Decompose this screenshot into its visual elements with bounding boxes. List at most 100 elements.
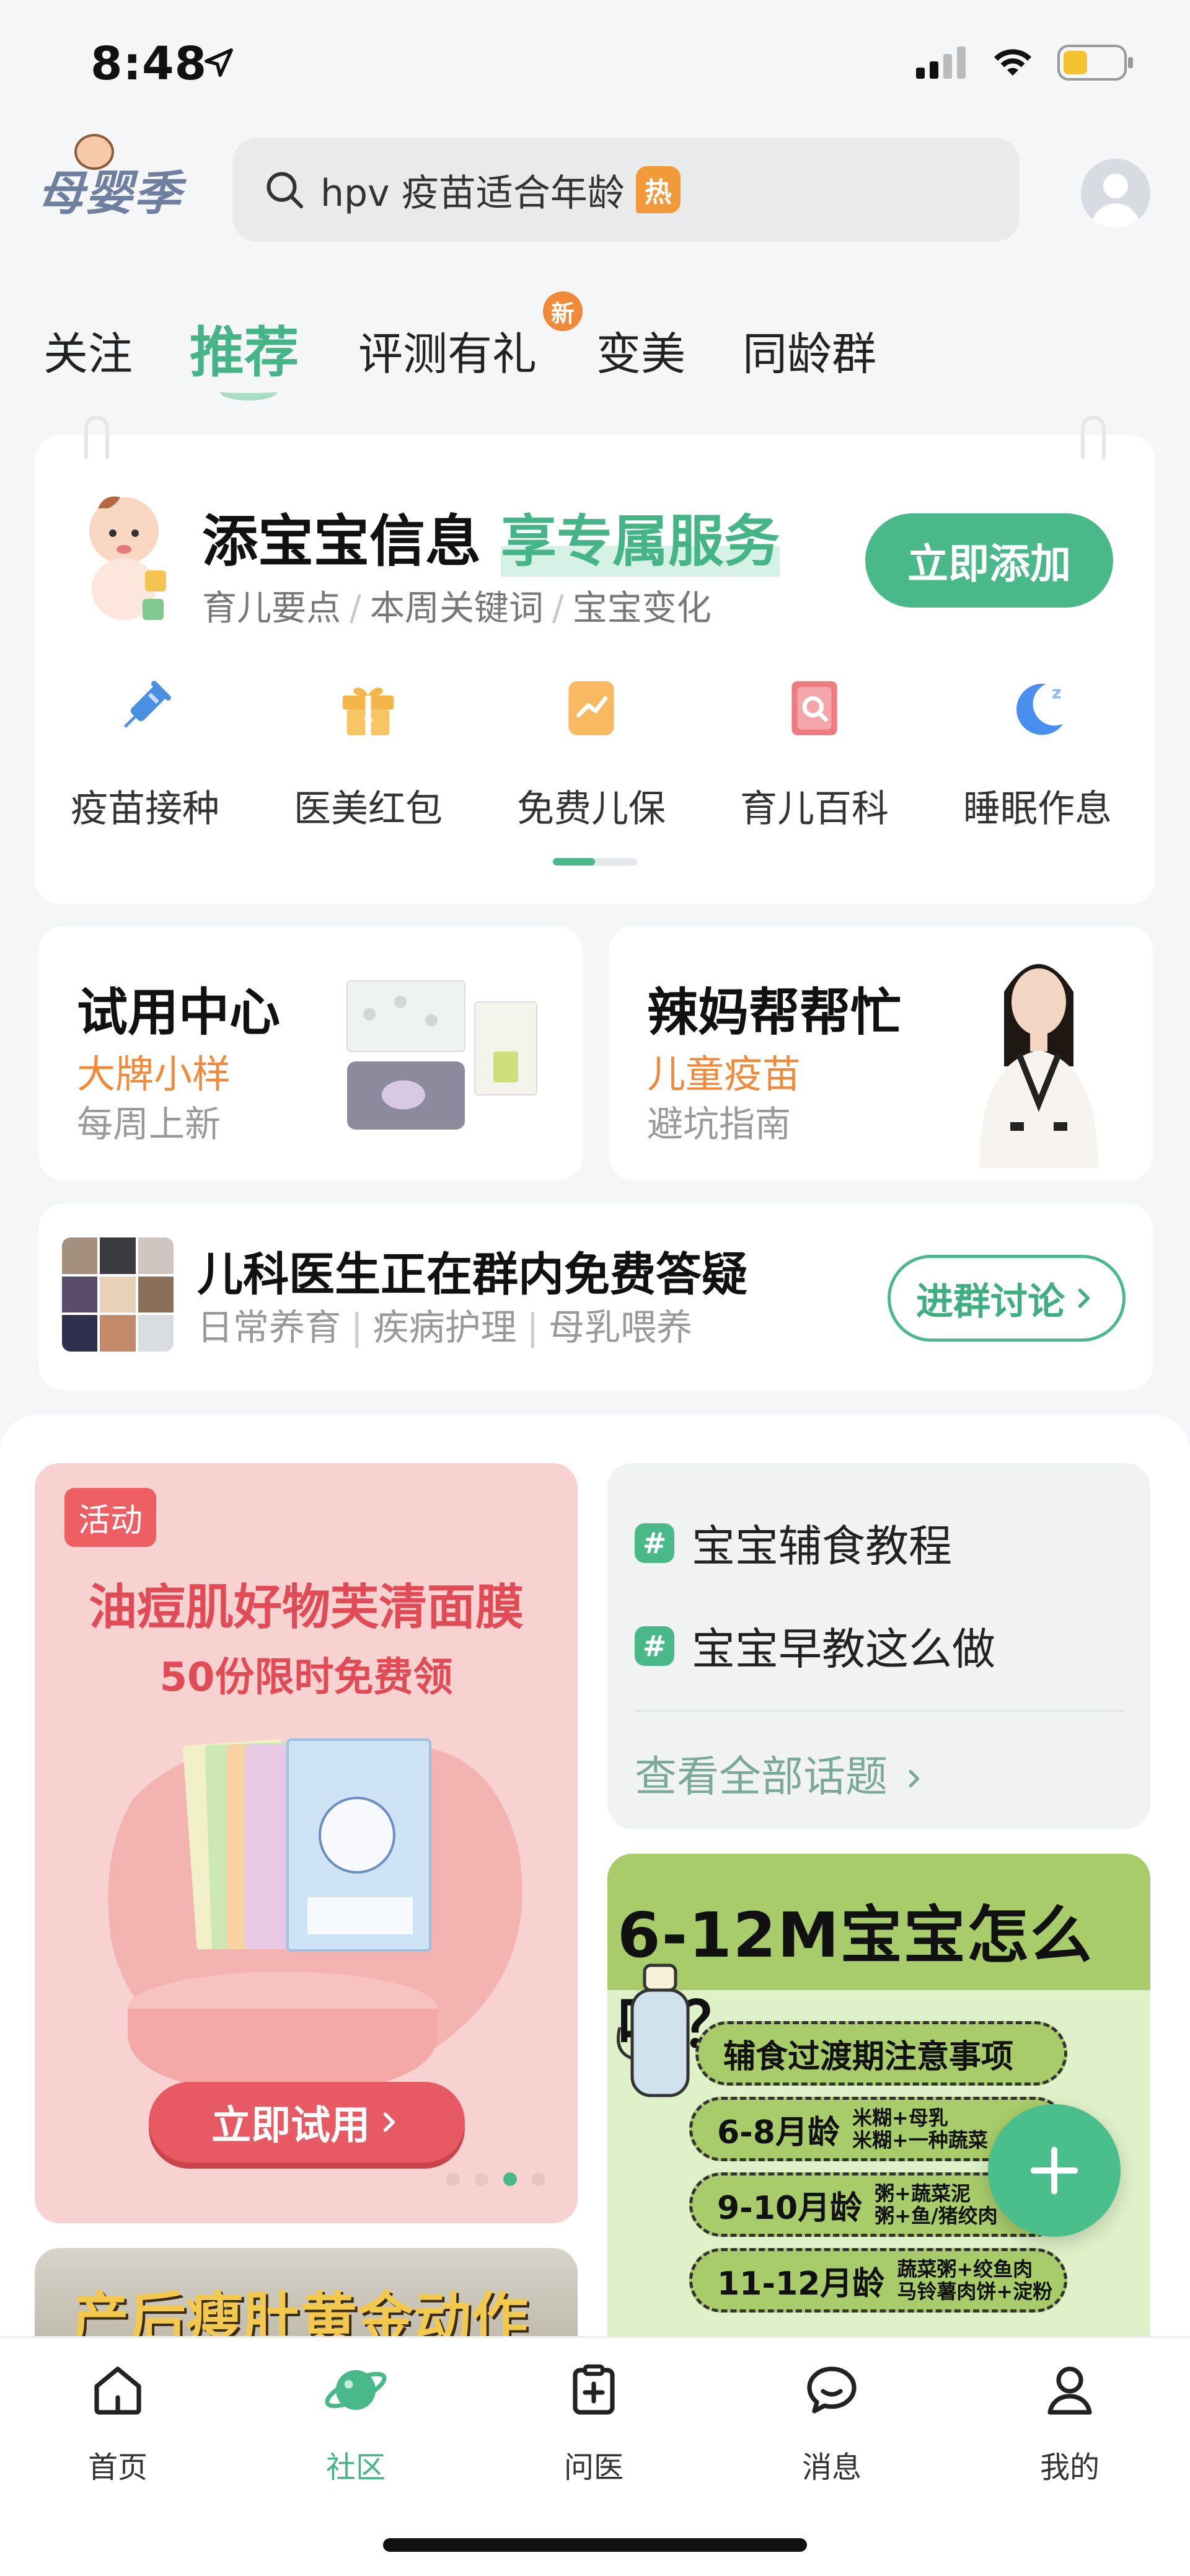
- home-indicator: [383, 2538, 807, 2552]
- tabbar-profile[interactable]: 我的: [989, 2356, 1150, 2486]
- baby-card-title-accent: 享专属服务: [501, 496, 780, 577]
- tabbar-messages[interactable]: 消息: [751, 2356, 912, 2486]
- app-logo: 母婴季: [37, 166, 182, 221]
- tabbar-label: 社区: [325, 2450, 386, 2485]
- group-tags: 日常养育 | 疾病护理 | 母乳喂养: [197, 1306, 693, 1348]
- promo-carousel-dots: [446, 2172, 545, 2186]
- new-badge: 新: [543, 291, 583, 331]
- food-row: 辅食过渡期注意事项: [695, 2021, 1067, 2086]
- food-row-label: 9-10月龄: [717, 2189, 863, 2227]
- tabbar-label: 我的: [1039, 2450, 1100, 2485]
- food-row-detail: 粥+蔬菜泥 粥+鱼/猪绞肉: [875, 2182, 998, 2228]
- carousel-dot: [532, 2172, 545, 2186]
- join-group-label: 进群讨论: [916, 1280, 1065, 1324]
- search-query: hpv 疫苗适合年龄: [320, 171, 625, 215]
- promo-title: 油痘肌好物芙清面膜: [88, 1580, 524, 1635]
- gift-icon: ?: [331, 670, 405, 744]
- home-icon: [94, 2366, 141, 2415]
- group-tag: 疾病护理: [372, 1306, 517, 1348]
- chevron-right-icon: [1078, 1288, 1090, 1308]
- status-time: 8:48: [90, 37, 208, 91]
- food-row-label: 11-12月龄: [717, 2265, 885, 2303]
- tab-follow[interactable]: 关注: [43, 317, 133, 383]
- try-now-button[interactable]: 立即试用: [149, 2082, 465, 2162]
- topic-item[interactable]: # 宝宝辅食教程: [635, 1512, 952, 1574]
- service-label: 医美红包: [294, 787, 443, 831]
- search-bar[interactable]: hpv 疫苗适合年龄 热: [232, 138, 1020, 242]
- tab-beauty[interactable]: 变美: [596, 317, 685, 383]
- tab-recommend[interactable]: 推荐: [190, 309, 299, 387]
- create-post-button[interactable]: [988, 2104, 1121, 2237]
- subtitle-item: 宝宝变化: [572, 588, 712, 629]
- svg-text:z: z: [1052, 683, 1062, 702]
- help-note: 避坑指南: [647, 1103, 791, 1145]
- food-row-label: 辅食过渡期注意事项: [723, 2038, 1014, 2076]
- add-baby-button[interactable]: 立即添加: [865, 513, 1113, 608]
- service-vaccination[interactable]: 疫苗接种: [52, 670, 238, 833]
- carousel-dot-active: [503, 2172, 517, 2186]
- help-title: 辣妈帮帮忙: [647, 983, 902, 1042]
- chevron-right-icon: [383, 2112, 395, 2132]
- service-label: 睡眠作息: [963, 787, 1112, 831]
- moon-sleep-icon: z: [1000, 670, 1075, 744]
- chat-bubble-icon: [807, 2366, 857, 2414]
- service-parenting-wiki[interactable]: 育儿百科: [721, 670, 907, 833]
- join-group-button[interactable]: 进群讨论: [888, 1255, 1126, 1342]
- services-pager: [553, 858, 637, 865]
- subtitle-item: 本周关键词: [369, 588, 544, 629]
- activity-tag: 活动: [64, 1488, 157, 1547]
- tab-review-gifts[interactable]: 评测有礼: [358, 317, 537, 383]
- group-title: 儿科医生正在群内免费答疑: [197, 1248, 747, 1301]
- food-row-label: 6-8月龄: [717, 2113, 840, 2151]
- group-tag: 日常养育: [197, 1306, 342, 1348]
- planet-icon: [325, 2370, 387, 2410]
- tabbar-label: 问医: [563, 2450, 624, 2485]
- promo-subtitle: 50份限时免费领: [159, 1655, 453, 1701]
- wifi-icon: [994, 49, 1031, 76]
- view-all-topics-link[interactable]: 查看全部话题: [635, 1742, 926, 1804]
- tabbar-home[interactable]: 首页: [37, 2356, 198, 2486]
- person-icon: [1047, 2366, 1092, 2415]
- topic-item[interactable]: # 宝宝早教这么做: [635, 1614, 995, 1677]
- service-beauty-coupon[interactable]: ? 医美红包: [275, 670, 461, 833]
- service-child-checkup[interactable]: 免费儿保: [498, 670, 684, 833]
- clipboard-chart-icon: [554, 670, 628, 744]
- card-hook-right: [1081, 415, 1106, 459]
- topic-label: 宝宝早教这么做: [692, 1624, 995, 1675]
- trial-title: 试用中心: [77, 983, 281, 1042]
- service-sleep-schedule[interactable]: z 睡眠作息: [945, 670, 1130, 833]
- tab-same-age-group[interactable]: 同龄群: [743, 317, 876, 383]
- topics-divider: [635, 1710, 1124, 1712]
- baby-illustration-icon: [89, 496, 166, 620]
- svg-text:?: ?: [363, 714, 373, 734]
- topic-label: 宝宝辅食教程: [692, 1521, 952, 1572]
- chevron-right-icon: [909, 1769, 919, 1788]
- tabbar-community[interactable]: 社区: [275, 2356, 436, 2486]
- group-avatars-grid: [62, 1237, 174, 1352]
- food-row-detail: 蔬菜粥+绞鱼肉 马铃薯肉饼+淀粉: [897, 2257, 1053, 2303]
- food-row-detail: 米糊+母乳 米糊+一种蔬菜: [852, 2106, 988, 2152]
- try-now-label: 立即试用: [211, 2103, 370, 2149]
- active-tab-indicator: [220, 383, 277, 401]
- status-icons: [916, 45, 1134, 81]
- tabbar-label: 首页: [87, 2450, 148, 2485]
- bottle-icon: [617, 1963, 690, 2097]
- cellular-signal-icon: [916, 46, 966, 79]
- food-row: 11-12月龄 蔬菜粥+绞鱼肉 马铃薯肉饼+淀粉: [689, 2248, 1067, 2313]
- sample-products-image: [345, 977, 544, 1138]
- carousel-dot: [475, 2172, 488, 2186]
- subtitle-item: 育儿要点: [202, 588, 341, 629]
- location-arrow-icon: [205, 48, 233, 77]
- avatar[interactable]: [1081, 159, 1150, 228]
- book-search-icon: [777, 670, 852, 744]
- baby-card-title: 添宝宝信息: [202, 509, 481, 574]
- hashtag-icon: #: [635, 1523, 674, 1563]
- card-hook-left: [84, 415, 109, 459]
- help-highlight: 儿童疫苗: [647, 1051, 801, 1097]
- hot-badge: 热: [635, 166, 681, 213]
- baby-card-subtitle: 育儿要点 / 本周关键词 / 宝宝变化: [202, 588, 712, 629]
- carousel-dot: [446, 2172, 460, 2186]
- service-label: 育儿百科: [740, 787, 889, 831]
- person-icon: [1091, 174, 1140, 228]
- tabbar-ask-doctor[interactable]: 问医: [513, 2356, 674, 2486]
